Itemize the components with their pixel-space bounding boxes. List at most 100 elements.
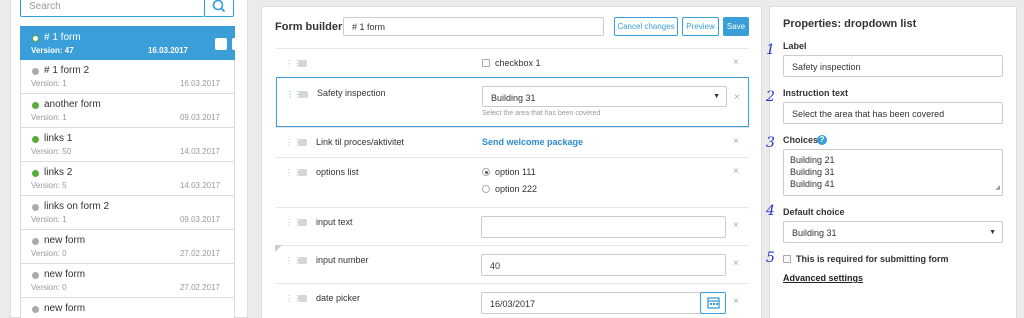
comment-icon[interactable]: [298, 139, 307, 146]
field-row-options[interactable]: ⋮⋮ options list option 111 option 222 ×: [276, 157, 749, 207]
remove-field-icon[interactable]: ×: [734, 92, 740, 103]
remove-field-icon[interactable]: ×: [733, 258, 739, 269]
remove-field-icon[interactable]: ×: [733, 136, 739, 147]
input-text-field[interactable]: [481, 216, 726, 238]
drag-handle-icon[interactable]: ⋮⋮: [286, 91, 302, 99]
resize-handle-icon[interactable]: ◢: [995, 182, 1000, 194]
form-name: # 1 form 2: [44, 65, 90, 76]
link-field-label: Link til proces/aktivitet: [316, 137, 405, 147]
search-input[interactable]: Search: [20, 0, 205, 17]
form-name: new form: [44, 235, 86, 246]
properties-title: Properties: dropdown list: [783, 18, 917, 30]
chevron-down-icon: ▼: [713, 93, 720, 100]
remove-field-icon[interactable]: ×: [733, 296, 739, 307]
status-dot-icon: [32, 170, 39, 177]
form-version: Version: 0: [31, 249, 67, 258]
input-text-label: input text: [316, 217, 353, 227]
form-list: # 1 form Version: 47 16.03.2017 # 1 form 2 V…: [20, 26, 244, 318]
annotation-2: 2: [766, 89, 775, 105]
comment-icon[interactable]: [298, 257, 307, 264]
advanced-settings-link[interactable]: Advanced settings: [783, 273, 863, 283]
field-row-link[interactable]: ⋮⋮ Link til proces/aktivitet Send welcom…: [276, 127, 749, 157]
field-row-dropdown[interactable]: ⋮⋮ Safety inspection Building 31 ▼ Selec…: [276, 77, 749, 127]
form-version: Version: 1: [31, 113, 67, 122]
checkbox-1[interactable]: [482, 59, 490, 67]
drag-handle-icon[interactable]: ⋮⋮: [285, 60, 301, 68]
cancel-changes-button[interactable]: Cancel changes: [614, 17, 678, 36]
search-button[interactable]: [205, 0, 234, 17]
form-name-input[interactable]: # 1 form: [343, 17, 604, 36]
label-heading: Label: [783, 41, 807, 51]
drag-handle-icon[interactable]: ⋮⋮: [285, 169, 301, 177]
form-name: another form: [44, 99, 101, 110]
field-row-date-picker[interactable]: ⋮⋮ date picker 16/03/2017 ×: [276, 283, 749, 318]
remove-field-icon[interactable]: ×: [733, 220, 739, 231]
drag-handle-icon[interactable]: ⋮⋮: [285, 219, 301, 227]
required-checkbox[interactable]: [783, 255, 791, 263]
remove-field-icon[interactable]: ×: [733, 166, 739, 177]
form-name: links 2: [44, 167, 73, 178]
list-item[interactable]: links 2 Version: 5 14.03.2017: [20, 162, 235, 196]
help-icon[interactable]: ?: [817, 135, 827, 145]
list-item[interactable]: # 1 form 2 Version: 1 16.03.2017: [20, 60, 235, 94]
form-version: Version: 1: [31, 215, 67, 224]
comment-icon[interactable]: [298, 60, 307, 67]
field-row-input-number[interactable]: ⋮⋮ input number 40 ×: [275, 245, 749, 283]
required-label: This is required for submitting form: [796, 254, 949, 264]
form-version: Version: 1: [31, 79, 67, 88]
radio-option-2[interactable]: [482, 185, 490, 193]
input-number-field[interactable]: 40: [481, 254, 726, 276]
dropdown-field-label: Safety inspection: [317, 88, 386, 98]
comment-icon[interactable]: [299, 91, 308, 98]
annotation-3: 3: [766, 135, 775, 151]
status-dot-icon: [32, 272, 39, 279]
trash-icon[interactable]: [232, 38, 244, 50]
chevron-down-icon: ▼: [989, 229, 996, 236]
choice-item: Building 21: [790, 155, 835, 165]
list-item[interactable]: # 1 form Version: 47 16.03.2017: [20, 26, 244, 60]
copy-icon[interactable]: [215, 38, 227, 50]
label-input[interactable]: Safety inspection: [783, 55, 1003, 77]
date-input[interactable]: 16/03/2017: [481, 292, 701, 314]
status-dot-icon: [32, 35, 39, 42]
drag-handle-icon[interactable]: ⋮⋮: [285, 257, 301, 265]
list-item[interactable]: new form Version: 0 27.02.2017: [20, 230, 235, 264]
annotation-1: 1: [766, 42, 775, 58]
drag-handle-icon[interactable]: ⋮⋮: [285, 139, 301, 147]
form-name: # 1 form: [44, 32, 81, 43]
default-choice-heading: Default choice: [783, 207, 845, 217]
form-date: 09.03.2017: [179, 113, 220, 122]
radio-option-1[interactable]: [482, 168, 490, 176]
options-field-label: options list: [316, 167, 359, 177]
drag-handle-icon[interactable]: ⋮⋮: [285, 295, 301, 303]
list-item[interactable]: new form: [20, 298, 235, 318]
preview-button[interactable]: Preview: [682, 17, 719, 36]
form-date: 14.03.2017: [179, 181, 220, 190]
list-item[interactable]: another form Version: 1 09.03.2017: [20, 94, 235, 128]
list-item[interactable]: links 1 Version: 50 14.03.2017: [20, 128, 235, 162]
list-item[interactable]: new form Version: 0 27.02.2017: [20, 264, 235, 298]
form-name: links on form 2: [44, 201, 110, 212]
list-item[interactable]: links on form 2 Version: 1 09.03.2017: [20, 196, 235, 230]
choices-heading: Choices: [783, 135, 819, 145]
form-version: Version: 0: [31, 283, 67, 292]
field-row-input-text[interactable]: ⋮⋮ input text ×: [276, 207, 749, 245]
form-date: 09.03.2017: [179, 215, 220, 224]
status-dot-icon: [32, 68, 39, 75]
form-name: new form: [44, 269, 86, 280]
save-button[interactable]: Save: [723, 17, 749, 36]
dropdown-select[interactable]: Building 31 ▼: [482, 86, 727, 107]
comment-icon[interactable]: [298, 295, 307, 302]
instruction-input[interactable]: Select the area that has been covered: [783, 102, 1003, 124]
comment-icon[interactable]: [298, 219, 307, 226]
date-picker-label: date picker: [316, 293, 361, 303]
field-row-checkbox[interactable]: ⋮⋮ checkbox 1 ×: [276, 48, 749, 77]
choices-textarea[interactable]: Building 21 Building 31 Building 41 ◢: [783, 149, 1003, 196]
remove-field-icon[interactable]: ×: [733, 57, 739, 68]
send-welcome-link[interactable]: Send welcome package: [482, 137, 583, 147]
calendar-button[interactable]: [700, 292, 726, 314]
default-choice-select[interactable]: Building 31 ▼: [783, 221, 1003, 243]
choice-item: Building 41: [790, 179, 835, 189]
option-2-label: option 222: [495, 184, 538, 194]
comment-icon[interactable]: [298, 169, 307, 176]
